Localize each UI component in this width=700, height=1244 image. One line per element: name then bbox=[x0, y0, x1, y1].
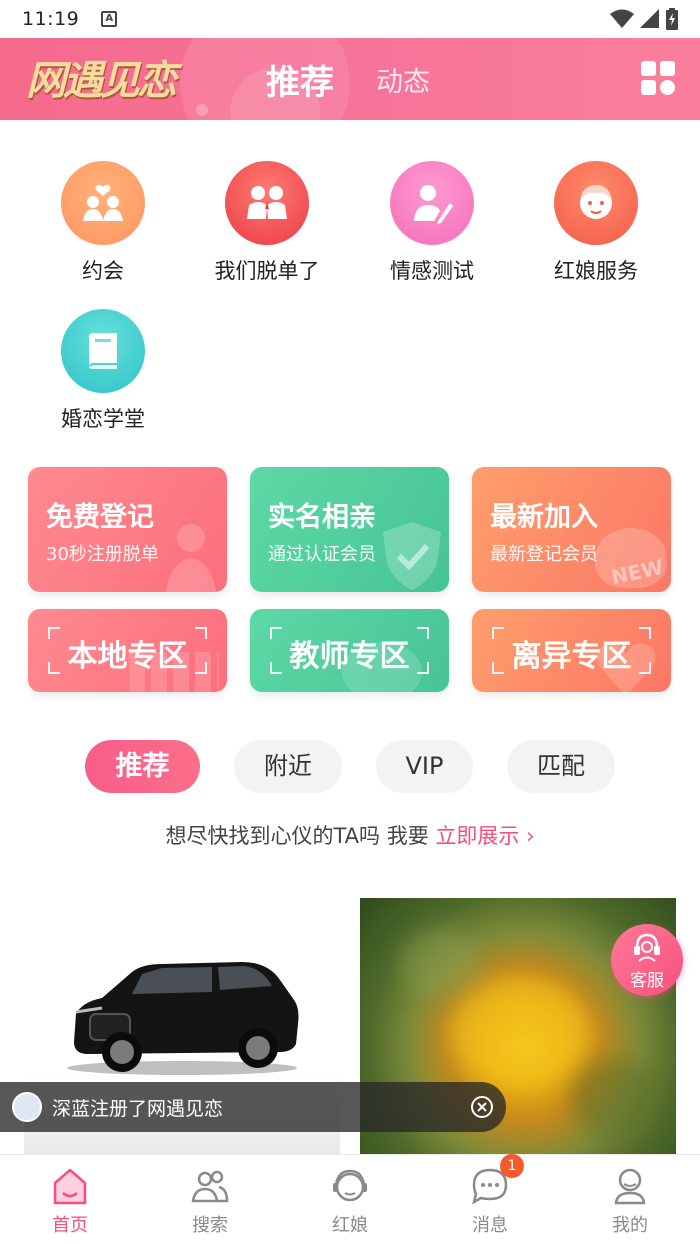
signal-icon bbox=[640, 9, 659, 28]
customer-service-button[interactable]: 客服 bbox=[611, 924, 683, 996]
card-title: 教师专区 bbox=[289, 639, 410, 674]
feature-label: 约会 bbox=[82, 259, 124, 283]
feature-matchmaker[interactable]: 红娘服务 bbox=[526, 161, 666, 285]
nav-label: 首页 bbox=[52, 1215, 88, 1236]
chevron-right-icon[interactable]: › bbox=[526, 824, 534, 848]
grid-icon[interactable] bbox=[641, 61, 675, 95]
nav-label: 我的 bbox=[612, 1215, 648, 1236]
feature-label: 婚恋学堂 bbox=[61, 407, 145, 431]
nav-search[interactable]: 搜索 bbox=[140, 1155, 280, 1244]
nav-label: 搜索 bbox=[192, 1215, 228, 1236]
avatar bbox=[12, 1092, 42, 1122]
home-icon bbox=[53, 1168, 87, 1205]
car-image bbox=[67, 962, 299, 1075]
feature-dating[interactable]: 约会 bbox=[33, 161, 173, 285]
nav-profile[interactable]: 我的 bbox=[560, 1155, 700, 1244]
matchmaker-icon bbox=[554, 161, 638, 245]
wifi-icon bbox=[610, 9, 634, 28]
pair-icon bbox=[225, 161, 309, 245]
book-icon bbox=[61, 309, 145, 393]
customer-service-label: 客服 bbox=[630, 971, 664, 991]
toast-text: 深蓝注册了网遇见恋 bbox=[52, 1098, 224, 1120]
promo-line: 想尽快找到心仪的TA吗 我要 立即展示 › bbox=[0, 820, 700, 850]
shield-icon bbox=[383, 522, 441, 590]
nav-home[interactable]: 首页 bbox=[0, 1155, 140, 1244]
tab-dynamic[interactable]: 动态 bbox=[376, 60, 430, 99]
filter-match[interactable]: 匹配 bbox=[507, 740, 615, 793]
top-header: 网遇见恋 推荐 动态 bbox=[0, 38, 700, 120]
notification-icon: A bbox=[101, 11, 118, 27]
registration-toast: 深蓝注册了网遇见恋 bbox=[0, 1082, 506, 1132]
bottom-nav: 首页 搜索 红娘 消息 我的 bbox=[0, 1154, 700, 1244]
message-badge: 1 bbox=[500, 1154, 524, 1178]
photo-blur bbox=[400, 928, 480, 998]
card-title: 最新加入 bbox=[490, 502, 598, 533]
feature-school[interactable]: 婚恋学堂 bbox=[33, 309, 173, 433]
people-search-icon bbox=[191, 1170, 229, 1203]
photo-blur bbox=[570, 1058, 660, 1138]
feature-success[interactable]: 我们脱单了 bbox=[197, 161, 337, 285]
feature-emotion-test[interactable]: 情感测试 bbox=[362, 161, 502, 285]
filter-vip[interactable]: VIP bbox=[376, 740, 473, 793]
couple-icon bbox=[61, 161, 145, 245]
feature-label: 我们脱单了 bbox=[214, 259, 320, 283]
card-newest[interactable]: NEW 最新加入 最新登记会员 bbox=[472, 467, 671, 592]
status-bar: 11:19 A bbox=[0, 0, 700, 38]
nav-matchmaker[interactable]: 红娘 bbox=[280, 1155, 420, 1244]
card-divorced-zone[interactable]: 离异专区 bbox=[472, 609, 671, 692]
test-pencil-icon bbox=[390, 161, 474, 245]
filter-recommend[interactable]: 推荐 bbox=[85, 740, 200, 793]
card-title: 免费登记 bbox=[46, 502, 154, 533]
card-teacher-zone[interactable]: 教师专区 bbox=[250, 609, 449, 692]
status-icons bbox=[610, 8, 678, 30]
status-time: 11:19 bbox=[22, 8, 80, 30]
card-subtitle: 通过认证会员 bbox=[268, 544, 376, 565]
card-title: 离异专区 bbox=[511, 639, 632, 674]
tab-recommend[interactable]: 推荐 bbox=[266, 55, 334, 104]
headset-icon bbox=[634, 933, 660, 962]
filter-nearby[interactable]: 附近 bbox=[234, 740, 342, 793]
register-decoration-icon bbox=[165, 524, 217, 592]
header-decoration bbox=[196, 104, 208, 116]
photo-blur bbox=[450, 978, 590, 1088]
card-subtitle: 最新登记会员 bbox=[490, 544, 598, 565]
nav-label: 消息 bbox=[472, 1215, 508, 1236]
card-subtitle: 30秒注册脱单 bbox=[46, 544, 159, 565]
nav-label: 红娘 bbox=[332, 1215, 368, 1236]
feature-label: 红娘服务 bbox=[554, 259, 638, 283]
card-real-name[interactable]: 实名相亲 通过认证会员 bbox=[250, 467, 449, 592]
promo-link[interactable]: 立即展示 bbox=[435, 824, 519, 848]
nav-messages[interactable]: 消息 bbox=[420, 1155, 560, 1244]
close-circle-icon[interactable] bbox=[470, 1095, 494, 1119]
battery-icon bbox=[666, 8, 678, 30]
matchmaker-nav-icon bbox=[333, 1169, 367, 1202]
card-title: 实名相亲 bbox=[268, 502, 376, 533]
app-logo: 网遇见恋 bbox=[26, 57, 177, 104]
feature-label: 情感测试 bbox=[390, 259, 474, 283]
promo-text: 想尽快找到心仪的TA吗 我要 bbox=[165, 824, 436, 848]
card-free-register[interactable]: 免费登记 30秒注册脱单 bbox=[28, 467, 227, 592]
card-local-zone[interactable]: 本地专区 bbox=[28, 609, 227, 692]
card-title: 本地专区 bbox=[67, 639, 188, 674]
profile-icon bbox=[614, 1168, 646, 1205]
